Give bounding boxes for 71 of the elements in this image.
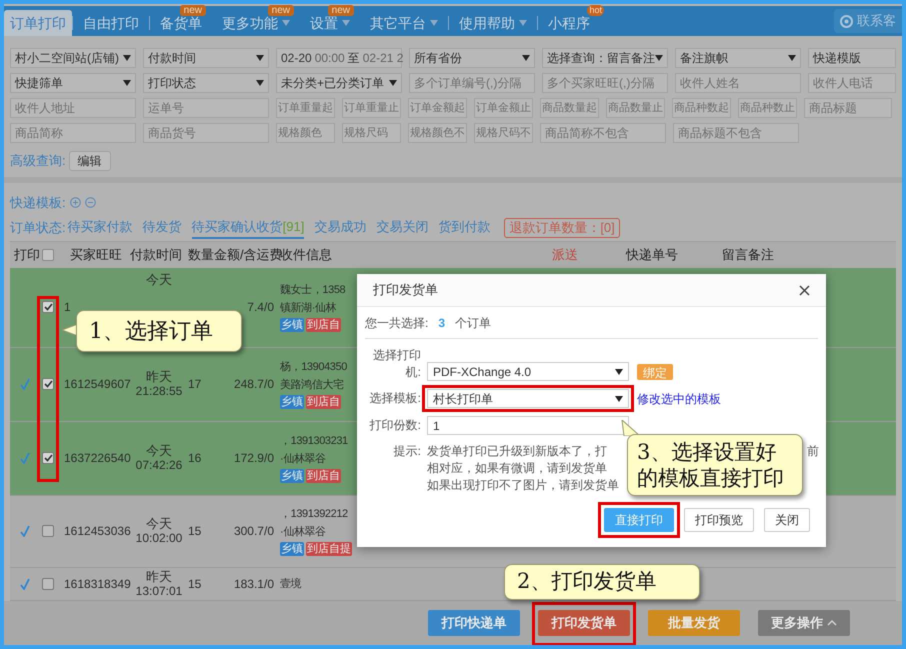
address-line: 壹境 — [280, 576, 302, 592]
column-header: 买家旺旺 — [69, 246, 123, 264]
buyer-id: 1612453036 — [64, 524, 131, 538]
address-line: 美路鸿信大宅 — [280, 378, 344, 393]
template-label: 快递模板: — [10, 194, 66, 212]
column-header: 数量 — [188, 246, 214, 264]
hint-text: 发货单打印已升级到新版本了，打 — [427, 443, 607, 460]
address-line: 镇新湖·仙林 — [280, 300, 336, 316]
column-header: 收件信息 — [280, 246, 333, 264]
column-header: 付款时间 — [130, 246, 183, 264]
summary-label: 您一共选择: — [365, 314, 428, 332]
tag: 乡镇 — [280, 395, 304, 409]
address-line: ，1391392212 — [280, 507, 348, 522]
column-header: 金额/含运费 — [214, 246, 280, 264]
tag: 到店自 — [306, 395, 341, 409]
pay-time: 21:28:55 — [136, 384, 182, 399]
badge: new — [328, 5, 354, 16]
amount: 300.7/0 — [234, 523, 274, 540]
tag: 乡镇 — [280, 542, 304, 556]
pay-day: 今天 — [146, 443, 172, 458]
quantity: 16 — [188, 451, 202, 465]
amount: 172.9/0 — [234, 450, 274, 467]
field-label: 提示: — [392, 443, 421, 460]
pay-time: 10:02:00 — [136, 531, 182, 546]
address-line: ·仙林翠谷 — [280, 525, 326, 540]
field-label: 选择模板: — [368, 390, 421, 407]
address-line: 魏女士，1358 — [280, 283, 346, 298]
buyer-id: 1637226540 — [64, 451, 131, 465]
column-header: 派送 — [552, 246, 579, 264]
buyer-id: 1 — [64, 300, 71, 314]
buyer-id: 1612549607 — [64, 377, 131, 391]
field-label: 打印份数: — [368, 417, 421, 434]
pay-day: 昨天 — [146, 568, 172, 584]
tag: 到店自提 — [306, 542, 352, 556]
dialog-title: 打印发货单 — [373, 281, 438, 300]
tag: 到店自 — [306, 469, 341, 483]
amount: 7.4/0 — [247, 299, 274, 316]
tag: 乡镇 — [280, 318, 304, 332]
buyer-id: 1618318349 — [64, 576, 131, 591]
callout: 1、选择订单 — [76, 310, 242, 352]
badge: hot — [587, 5, 604, 16]
selected-count: 3 — [438, 314, 446, 332]
hint-text: 如果出现打印不了图片，请到发货单 — [427, 477, 619, 494]
summary-unit: 个订单 — [455, 314, 492, 332]
pay-time: 13:07:01 — [136, 584, 182, 599]
pay-time: 07:42:26 — [136, 458, 182, 473]
hint-text: 前 — [807, 443, 819, 460]
column-header: 快递单号 — [626, 246, 679, 264]
amount: 248.7/0 — [234, 376, 274, 393]
quantity: 17 — [188, 377, 202, 391]
column-header: 留言备注 — [722, 246, 775, 264]
tag: 到店自 — [306, 318, 341, 332]
pay-day: 今天 — [146, 272, 172, 286]
callout: 3、选择设置好的模板直接打印 — [627, 434, 803, 496]
pay-day: 今天 — [146, 516, 172, 531]
column-header: 打印 — [13, 246, 41, 264]
callout: 2、打印发货单 — [504, 564, 700, 600]
quantity: 15 — [188, 576, 202, 591]
badge: new — [180, 5, 206, 16]
advanced-query-label: 高级查询: — [10, 152, 66, 170]
hint-text: 相对应，如果有微调，请到发货单 — [427, 460, 607, 477]
address-line: 杨，13904350 — [280, 360, 347, 375]
address-line: ·仙林翠谷 — [280, 452, 326, 467]
address-line: ，1391303231 — [280, 434, 348, 449]
quantity: 15 — [188, 524, 202, 538]
pay-day: 昨天 — [146, 369, 172, 384]
field-label: 选择打印机: — [372, 347, 421, 381]
status-label: 订单状态: — [10, 218, 66, 237]
badge: new — [268, 5, 294, 16]
tag: 乡镇 — [280, 469, 304, 483]
amount: 183.1/0 — [234, 576, 274, 593]
